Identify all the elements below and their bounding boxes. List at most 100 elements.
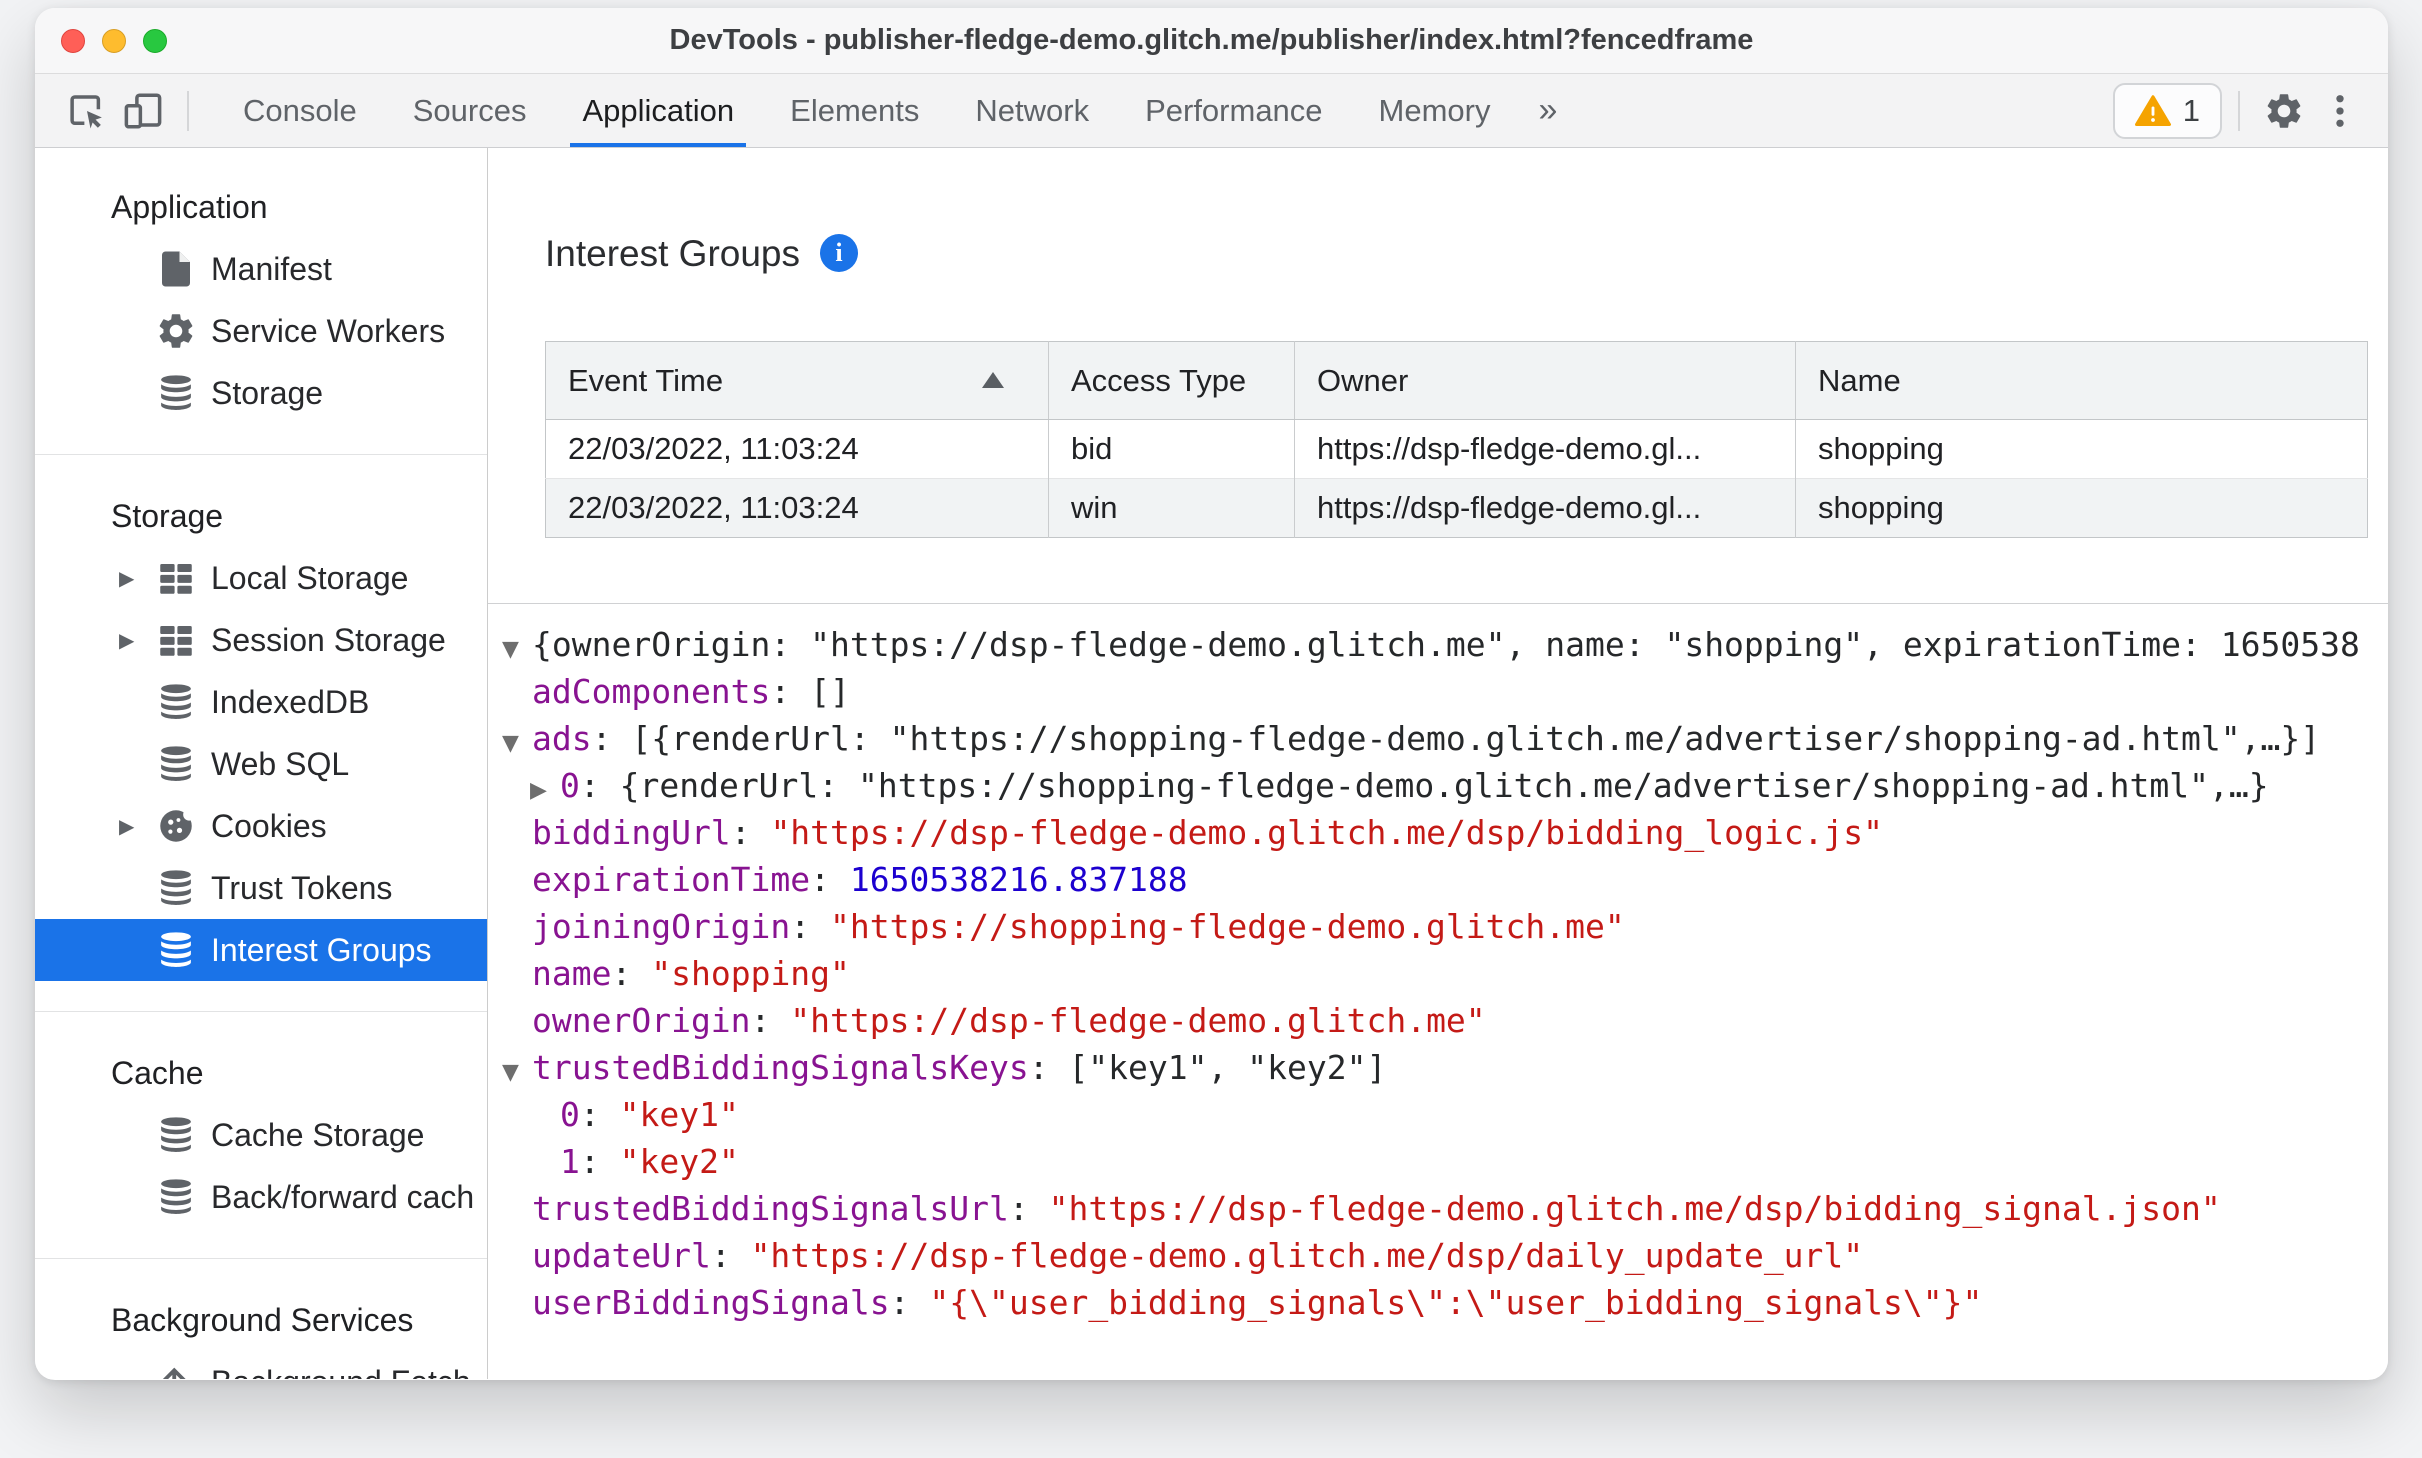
tree-plain: : bbox=[710, 1236, 751, 1275]
tree-plain: : bbox=[730, 813, 771, 852]
expander-arrow-icon[interactable]: ▶ bbox=[119, 814, 155, 839]
sidebar-section-divider bbox=[35, 1011, 487, 1012]
tree-plain: : bbox=[611, 954, 652, 993]
tree-string: "key2" bbox=[619, 1142, 739, 1181]
sidebar-item-indexeddb[interactable]: IndexedDB bbox=[35, 671, 487, 733]
sidebar-item-local-storage[interactable]: ▶ Local Storage bbox=[35, 547, 487, 609]
expander-arrow-icon[interactable]: ▶ bbox=[119, 566, 155, 591]
database-icon bbox=[155, 681, 197, 723]
sidebar-section-divider bbox=[35, 1258, 487, 1259]
tree-key: 0 bbox=[560, 1095, 580, 1134]
inspect-element-button[interactable] bbox=[59, 83, 115, 139]
table-cell: shopping bbox=[1795, 419, 2368, 479]
sidebar-section-storage: Storage bbox=[111, 498, 224, 534]
tree-plain: : bbox=[810, 860, 850, 899]
sidebar-item-background-fetch[interactable]: Background Fetch bbox=[35, 1351, 487, 1379]
collapse-arrow-icon[interactable]: ▼ bbox=[502, 1049, 532, 1096]
sidebar-item-storage[interactable]: Storage bbox=[35, 362, 487, 424]
issues-count: 1 bbox=[2182, 92, 2200, 128]
collapse-arrow-icon[interactable]: ▼ bbox=[502, 626, 532, 673]
table-cell: shopping bbox=[1795, 478, 2368, 538]
tree-line: ownerOrigin: "https://dsp-fledge-demo.gl… bbox=[502, 997, 2388, 1044]
column-header-event-time[interactable]: Event Time bbox=[545, 341, 1049, 420]
tree-string: "https://dsp-fledge-demo.glitch.me/dsp/d… bbox=[750, 1236, 1864, 1275]
tab-elements[interactable]: Elements bbox=[762, 74, 947, 147]
expander-arrow-icon[interactable]: ▶ bbox=[119, 628, 155, 653]
database-icon bbox=[155, 929, 197, 971]
sidebar-item-web-sql[interactable]: Web SQL bbox=[35, 733, 487, 795]
column-header-name[interactable]: Name bbox=[1795, 341, 2368, 420]
tab-application[interactable]: Application bbox=[554, 74, 762, 147]
sidebar-item-label: Manifest bbox=[211, 250, 332, 287]
kebab-menu-icon bbox=[2336, 94, 2344, 127]
tree-line: updateUrl: "https://dsp-fledge-demo.glit… bbox=[502, 1232, 2388, 1279]
sort-ascending-icon bbox=[982, 372, 1004, 388]
tree-line: trustedBiddingSignalsUrl: "https://dsp-f… bbox=[502, 1185, 2388, 1232]
tree-string: "key1" bbox=[619, 1095, 739, 1134]
tree-line: 1: "key2" bbox=[530, 1138, 2388, 1185]
device-toolbar-button[interactable] bbox=[115, 83, 171, 139]
collapse-arrow-icon[interactable]: ▼ bbox=[502, 720, 532, 767]
sidebar-section-background-services: Background Services bbox=[111, 1302, 414, 1338]
inspect-icon bbox=[70, 94, 102, 128]
close-window-button[interactable] bbox=[61, 28, 85, 53]
zoom-window-button[interactable] bbox=[143, 28, 167, 53]
tree-line: expirationTime: 1650538216.837188 bbox=[502, 856, 2388, 903]
tree-number: 1650538216.837188 bbox=[849, 860, 1188, 899]
interest-group-events-table: Event Time Access Type Owner Name 22/03/202… bbox=[545, 341, 2368, 538]
sidebar-item-back-forward-cach[interactable]: Back/forward cach bbox=[35, 1166, 487, 1228]
table-row[interactable]: 22/03/2022, 11:03:24 bid https://dsp-fledg… bbox=[546, 419, 2368, 479]
menu-button[interactable] bbox=[2312, 83, 2368, 139]
database-icon bbox=[155, 743, 197, 785]
sidebar-section-application: Application bbox=[111, 189, 268, 225]
table-row[interactable]: 22/03/2022, 11:03:24 win https://dsp-fledg… bbox=[545, 478, 2368, 538]
desktop-background: DevTools - publisher-fledge-demo.glitch.… bbox=[0, 0, 2422, 1458]
tree-plain: : bbox=[579, 1095, 620, 1134]
more-tabs-button[interactable]: » bbox=[1519, 91, 1578, 130]
tree-key: trustedBiddingSignalsUrl bbox=[532, 1189, 1009, 1228]
tab-console[interactable]: Console bbox=[215, 74, 385, 147]
sidebar-item-interest-groups[interactable]: Interest Groups bbox=[35, 919, 487, 981]
settings-button[interactable] bbox=[2256, 83, 2312, 139]
database-icon bbox=[155, 867, 197, 909]
tab-network[interactable]: Network bbox=[947, 74, 1117, 147]
database-icon bbox=[155, 1176, 197, 1218]
document-icon bbox=[155, 248, 197, 290]
column-header-access-type[interactable]: Access Type bbox=[1048, 341, 1295, 420]
sidebar-item-label: Back/forward cach bbox=[211, 1178, 475, 1215]
sidebar-item-label: Service Workers bbox=[211, 312, 446, 349]
tree-key: trustedBiddingSignalsKeys bbox=[532, 1048, 1029, 1087]
sidebar-item-manifest[interactable]: Manifest bbox=[35, 238, 487, 300]
sidebar-item-label: Cookies bbox=[211, 807, 327, 844]
tree-key: biddingUrl bbox=[532, 813, 731, 852]
tree-line: adComponents: [] bbox=[502, 668, 2388, 715]
tree-plain: : bbox=[1008, 1189, 1049, 1228]
sidebar-item-cache-storage[interactable]: Cache Storage bbox=[35, 1104, 487, 1166]
interest-groups-panel: Interest Groups i Event Time Access Type O… bbox=[488, 148, 2388, 1379]
gear-icon bbox=[155, 310, 197, 352]
issues-badge[interactable]: 1 bbox=[2112, 82, 2222, 139]
sidebar-item-trust-tokens[interactable]: Trust Tokens bbox=[35, 857, 487, 919]
sidebar-item-service-workers[interactable]: Service Workers bbox=[35, 300, 487, 362]
sidebar-item-session-storage[interactable]: ▶ Session Storage bbox=[35, 609, 487, 671]
column-header-owner[interactable]: Owner bbox=[1294, 341, 1796, 420]
tab-sources[interactable]: Sources bbox=[385, 74, 555, 147]
tree-line: name: "shopping" bbox=[502, 950, 2388, 997]
sidebar-item-label: IndexedDB bbox=[211, 683, 370, 720]
sidebar-item-label: Background Fetch bbox=[211, 1364, 471, 1380]
sidebar-item-cookies[interactable]: ▶ Cookies bbox=[35, 795, 487, 857]
sidebar-item-label: Cache Storage bbox=[211, 1116, 425, 1153]
tree-line: ▼ ads: [{renderUrl: "https://shopping-fle… bbox=[502, 715, 2388, 762]
panel-header: Interest Groups i bbox=[545, 234, 2388, 272]
sidebar-item-label: Interest Groups bbox=[211, 931, 432, 968]
tree-key: ownerOrigin bbox=[532, 1001, 751, 1040]
devtools-toolbar: Console Sources Application Elements Network… bbox=[35, 74, 2388, 148]
devtools-window: DevTools - publisher-fledge-demo.glitch.… bbox=[35, 8, 2388, 1380]
tab-memory[interactable]: Memory bbox=[1351, 74, 1519, 147]
tab-performance[interactable]: Performance bbox=[1117, 74, 1350, 147]
expand-arrow-icon[interactable]: ▶ bbox=[530, 767, 560, 814]
tree-key: joiningOrigin bbox=[532, 907, 791, 946]
minimize-window-button[interactable] bbox=[102, 28, 126, 53]
info-icon[interactable]: i bbox=[820, 234, 859, 272]
tree-line: ▼ {ownerOrigin: "https://dsp-fledge-demo.… bbox=[502, 621, 2388, 668]
